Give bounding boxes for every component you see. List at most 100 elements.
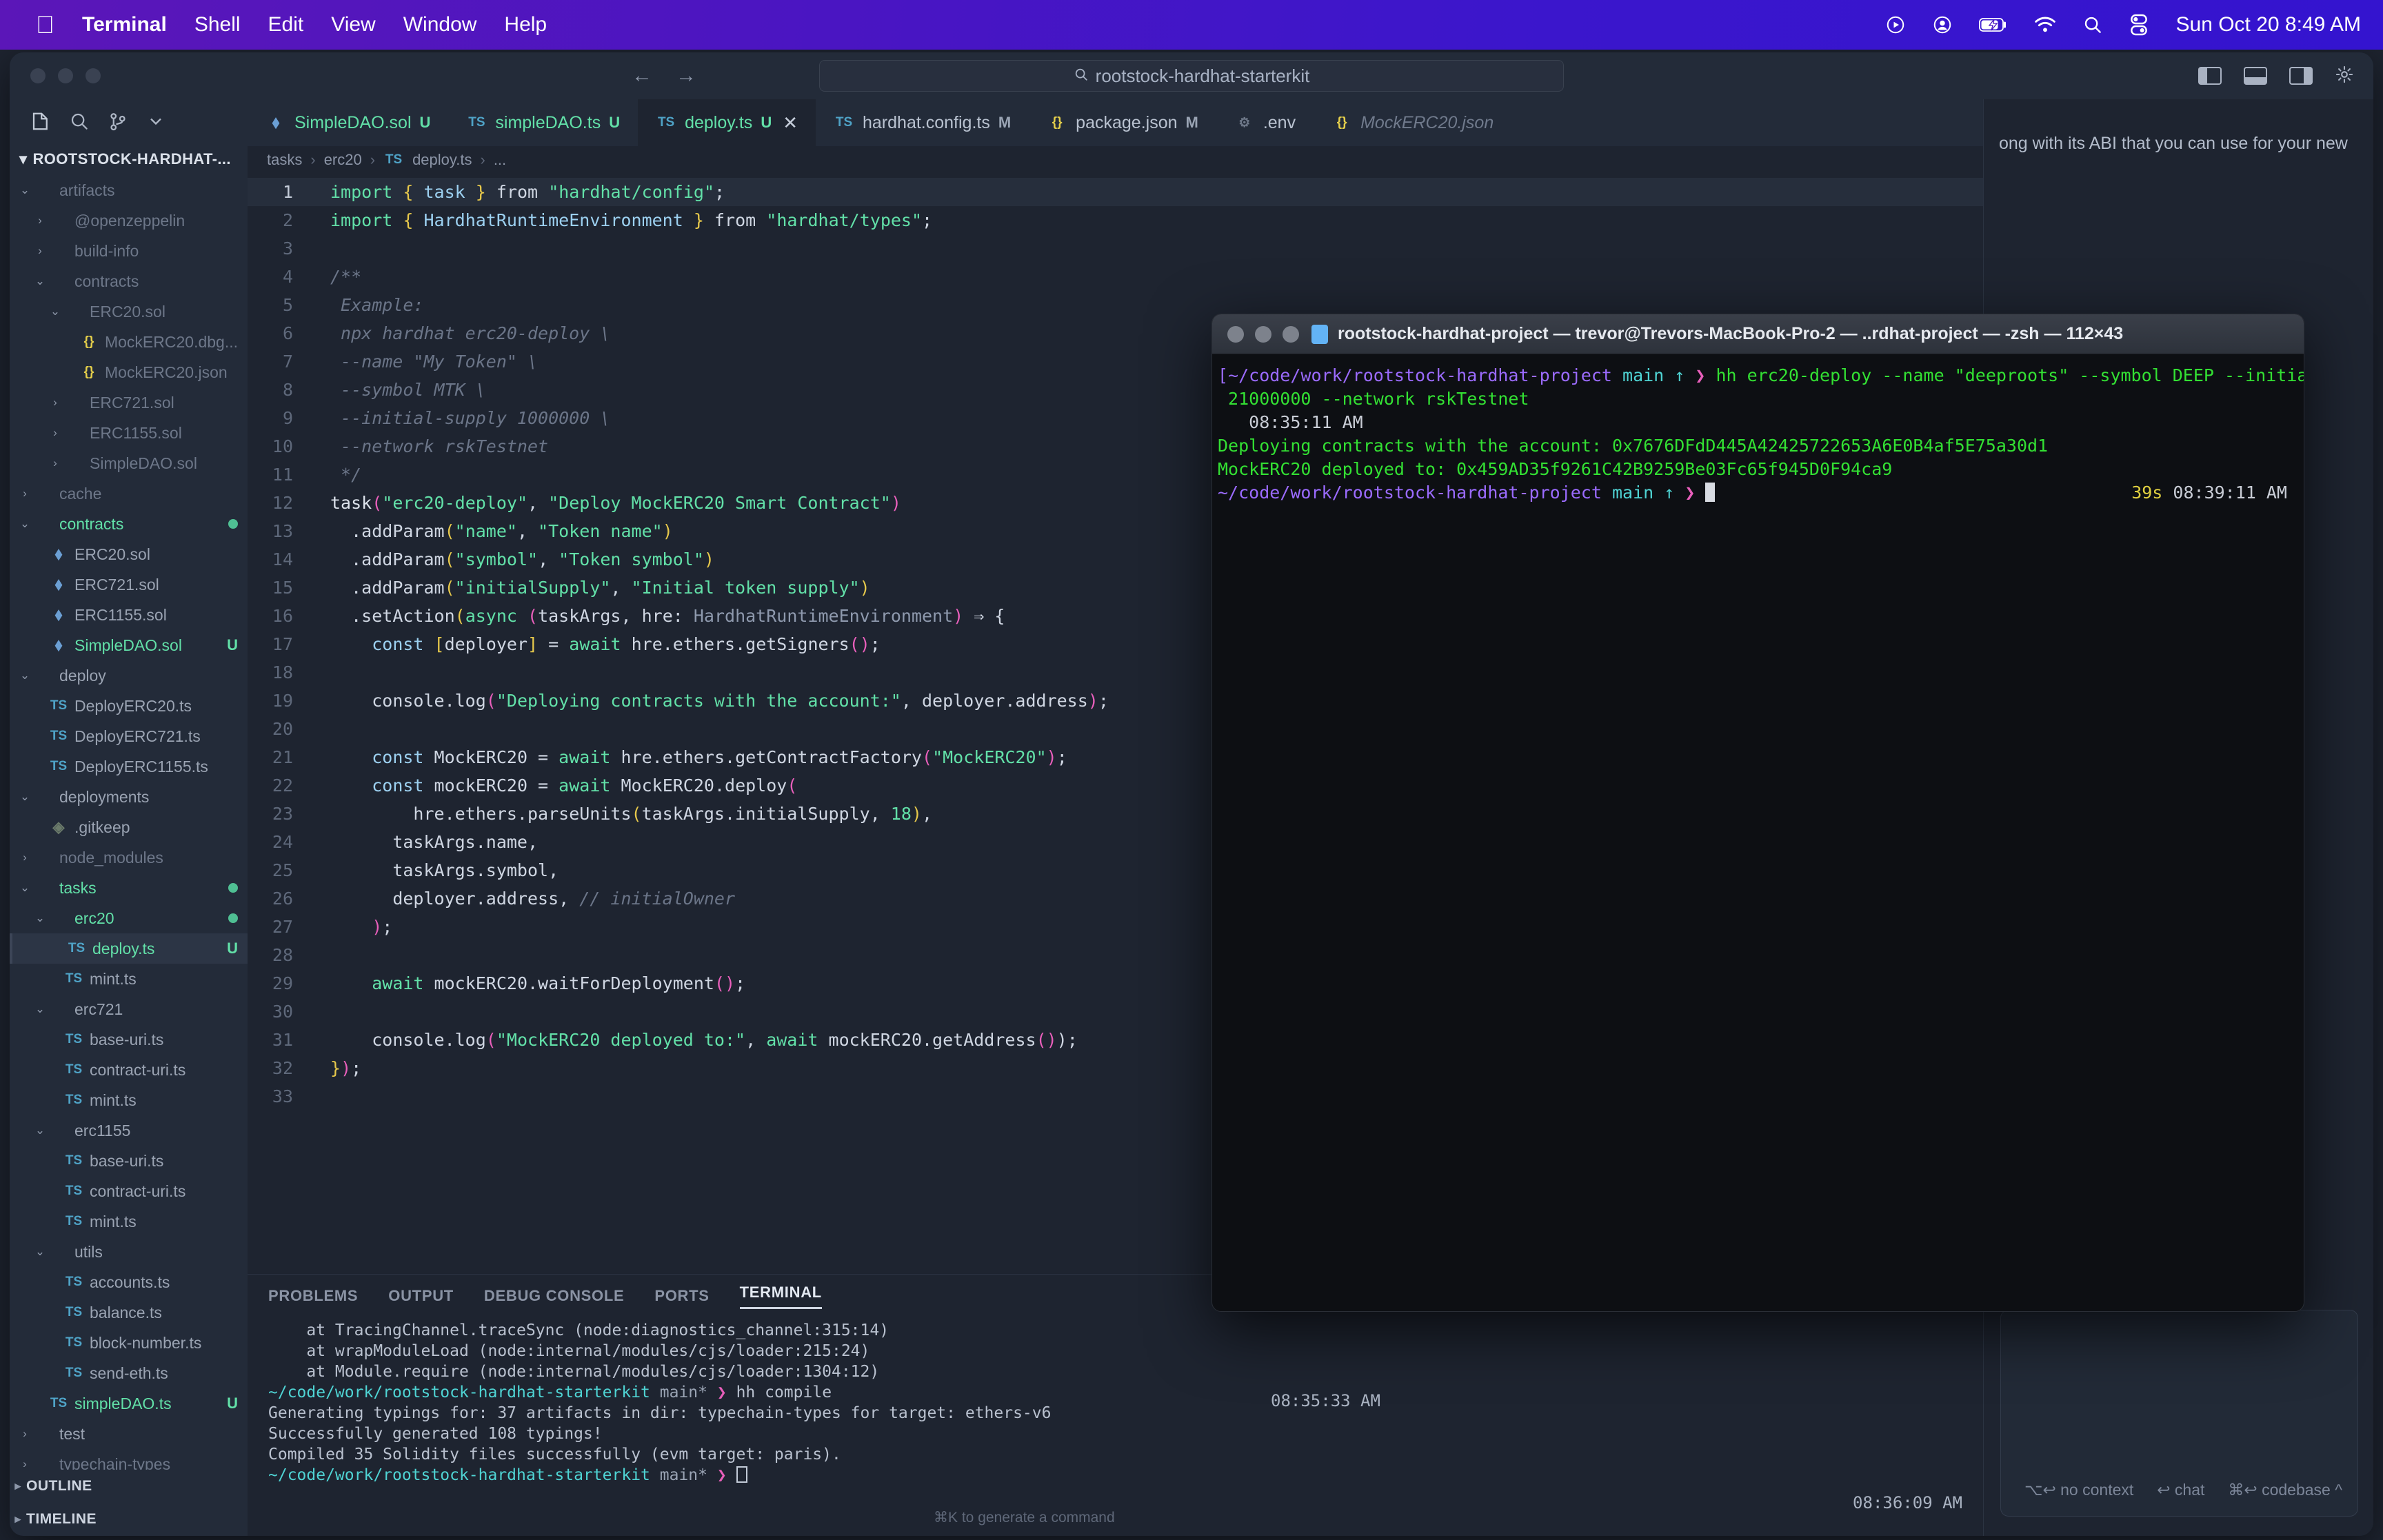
menu-edit[interactable]: Edit [268, 13, 304, 37]
wifi-icon[interactable] [2034, 16, 2056, 34]
menu-terminal[interactable]: Terminal [82, 13, 167, 37]
panel-tab[interactable]: DEBUG CONSOLE [484, 1287, 624, 1305]
toggle-primary-sidebar-icon[interactable] [2198, 67, 2222, 85]
tree-item[interactable]: TS DeployERC721.ts [10, 721, 248, 751]
tree-item[interactable]: ⌄ erc721 [10, 994, 248, 1024]
tree-item[interactable]: TS deploy.ts U [10, 933, 248, 964]
apple-logo-icon[interactable]:  [36, 12, 54, 37]
close-icon[interactable]: ✕ [783, 112, 798, 134]
tree-item[interactable]: TS base-uri.ts [10, 1024, 248, 1055]
panel-tab[interactable]: TERMINAL [739, 1284, 822, 1309]
tree-item[interactable]: ⌄ artifacts [10, 175, 248, 205]
source-control-icon[interactable] [108, 111, 128, 135]
outline-section[interactable]: ▸ OUTLINE [10, 1470, 248, 1503]
menu-help[interactable]: Help [504, 13, 547, 37]
tree-item[interactable]: › ERC721.sol [10, 387, 248, 418]
panel-tab[interactable]: PROBLEMS [268, 1287, 358, 1305]
terminal-output[interactable]: [~/code/work/rootstock-hardhat-project m… [1212, 354, 2304, 505]
tree-item[interactable]: {} MockERC20.json [10, 357, 248, 387]
tree-item[interactable]: ⬧ ERC20.sol [10, 539, 248, 569]
command-center[interactable]: rootstock-hardhat-starterkit [819, 60, 1564, 92]
tree-item[interactable]: TS base-uri.ts [10, 1146, 248, 1176]
tree-item[interactable]: TS mint.ts [10, 964, 248, 994]
chat-hint-no-context[interactable]: ⌥↩ no context [2024, 1481, 2133, 1499]
tree-item[interactable]: TS block-number.ts [10, 1328, 248, 1358]
tree-item[interactable]: TS contract-uri.ts [10, 1055, 248, 1085]
macos-terminal-window[interactable]: rootstock-hardhat-project — trevor@Trevo… [1211, 314, 2304, 1312]
editor-tab[interactable]: TS hardhat.config.ts M [816, 99, 1029, 146]
tree-item[interactable]: › @openzeppelin [10, 205, 248, 236]
tree-item[interactable]: TS DeployERC20.ts [10, 691, 248, 721]
tree-item[interactable]: ⌄ contracts [10, 509, 248, 539]
minimize-window-button[interactable] [58, 68, 73, 83]
terminal-close-button[interactable] [1227, 325, 1244, 343]
maximize-window-button[interactable] [86, 68, 101, 83]
tree-item[interactable]: TS balance.ts [10, 1297, 248, 1328]
tree-item[interactable]: TS DeployERC1155.ts [10, 751, 248, 782]
tree-item[interactable]: ⌄ tasks [10, 873, 248, 903]
tree-item[interactable]: › node_modules [10, 842, 248, 873]
tree-item[interactable]: › typechain-types [10, 1449, 248, 1470]
editor-tab[interactable]: {} package.json M [1029, 99, 1216, 146]
toggle-panel-icon[interactable] [2244, 67, 2267, 85]
nav-forward-icon[interactable]: → [676, 64, 696, 88]
tree-item[interactable]: › build-info [10, 236, 248, 266]
tree-item[interactable]: ⬧ ERC1155.sol [10, 600, 248, 630]
tree-item[interactable]: › cache [10, 478, 248, 509]
explorer-files-icon[interactable] [30, 111, 51, 135]
user-account-icon[interactable] [1932, 14, 1953, 35]
chat-input-box[interactable]: ⌥↩ no context ↩ chat ⌘↩ codebase ^ [2000, 1310, 2358, 1517]
menu-window[interactable]: Window [403, 13, 477, 37]
tree-item[interactable]: TS contract-uri.ts [10, 1176, 248, 1206]
control-center-play-icon[interactable] [1885, 14, 1906, 35]
tree-item[interactable]: ⌄ utils [10, 1237, 248, 1267]
editor-tab[interactable]: TS deploy.ts U ✕ [638, 99, 816, 146]
tree-item[interactable]: ⬧ ERC721.sol [10, 569, 248, 600]
file-tree[interactable]: ⌄ artifacts › @openzeppelin › build-info ⌄ cont… [10, 175, 248, 1470]
breadcrumb-item[interactable]: deploy.ts [412, 151, 472, 169]
chat-hint-codebase[interactable]: ⌘↩ codebase ^ [2228, 1481, 2342, 1499]
panel-tab[interactable]: OUTPUT [388, 1287, 454, 1305]
tree-item[interactable]: TS mint.ts [10, 1085, 248, 1115]
tree-item[interactable]: › ERC1155.sol [10, 418, 248, 448]
search-sidebar-icon[interactable] [69, 111, 90, 135]
tree-item[interactable]: TS accounts.ts [10, 1267, 248, 1297]
customize-layout-icon[interactable] [2335, 65, 2354, 88]
tree-item[interactable]: ⌄ contracts [10, 266, 248, 296]
spotlight-search-icon[interactable] [2082, 14, 2103, 35]
editor-tab[interactable]: {} MockERC20.json [1314, 99, 1511, 146]
tree-item[interactable]: TS mint.ts [10, 1206, 248, 1237]
breadcrumb-item[interactable]: ... [494, 151, 506, 169]
terminal-window-controls[interactable] [1227, 325, 1299, 343]
terminal-maximize-button[interactable] [1283, 325, 1299, 343]
terminal-minimize-button[interactable] [1255, 325, 1271, 343]
tree-item[interactable]: TS simpleDAO.ts U [10, 1388, 248, 1419]
close-window-button[interactable] [30, 68, 46, 83]
more-views-chevron-down-icon[interactable] [146, 112, 165, 134]
tree-item[interactable]: ⌄ deploy [10, 660, 248, 691]
timeline-section[interactable]: ▸ TIMELINE [10, 1503, 248, 1536]
explorer-root-title[interactable]: ▾ ROOTSTOCK-HARDHAT-... [10, 146, 248, 175]
tree-item[interactable]: › test [10, 1419, 248, 1449]
menu-view[interactable]: View [331, 13, 375, 37]
control-center-icon[interactable] [2129, 14, 2149, 36]
menubar-clock[interactable]: Sun Oct 20 8:49 AM [2176, 13, 2362, 37]
tree-item[interactable]: ◈ .gitkeep [10, 812, 248, 842]
breadcrumb-item[interactable]: tasks [267, 151, 302, 169]
toggle-secondary-sidebar-icon[interactable] [2289, 67, 2313, 85]
tree-item[interactable]: ⌄ deployments [10, 782, 248, 812]
editor-tab[interactable]: ⚙ .env [1216, 99, 1314, 146]
tree-item[interactable]: ⌄ ERC20.sol [10, 296, 248, 327]
nav-back-icon[interactable]: ← [632, 64, 652, 88]
panel-tab[interactable]: PORTS [654, 1287, 709, 1305]
breadcrumb-item[interactable]: erc20 [324, 151, 362, 169]
editor-tab[interactable]: ⬧ SimpleDAO.sol U [248, 99, 448, 146]
chat-hint-chat[interactable]: ↩ chat [2157, 1481, 2204, 1499]
tree-item[interactable]: ⬧ SimpleDAO.sol U [10, 630, 248, 660]
window-controls[interactable] [30, 68, 101, 83]
tree-item[interactable]: TS send-eth.ts [10, 1358, 248, 1388]
tree-item[interactable]: ⌄ erc1155 [10, 1115, 248, 1146]
tree-item[interactable]: › SimpleDAO.sol [10, 448, 248, 478]
tree-item[interactable]: {} MockERC20.dbg... [10, 327, 248, 357]
battery-charging-icon[interactable] [1978, 16, 2008, 34]
